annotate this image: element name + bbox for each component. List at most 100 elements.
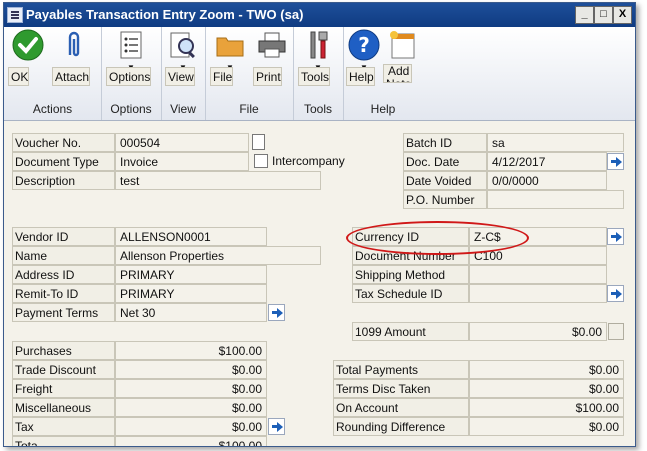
tax-arrow-icon[interactable] (268, 418, 285, 435)
vendor-id-field[interactable]: ALLENSON0001 (115, 227, 267, 246)
date-voided-label: Date Voided (403, 171, 487, 190)
ribbon-group-help: ? Help ▼ AddNote Help (343, 27, 423, 120)
po-number-field[interactable] (487, 190, 624, 209)
trade-discount-field[interactable]: $0.00 (115, 360, 267, 379)
amount-1099-field[interactable]: $0.00 (469, 322, 607, 341)
add-note-label: AddNote (383, 64, 413, 83)
payment-terms-label: Payment Terms (12, 303, 115, 322)
view-button[interactable]: View ▼ (165, 29, 201, 86)
options-icon (115, 29, 147, 61)
intercompany-checkbox[interactable] (254, 154, 268, 168)
po-number-label: P.O. Number (403, 190, 487, 209)
terms-disc-taken-field[interactable]: $0.00 (469, 379, 624, 398)
close-button[interactable]: X (613, 6, 632, 24)
currency-highlight-oval (346, 221, 529, 255)
on-account-field[interactable]: $100.00 (469, 398, 624, 417)
payment-terms-field[interactable]: Net 30 (115, 303, 267, 322)
address-id-field[interactable]: PRIMARY (115, 265, 267, 284)
maximize-button[interactable]: □ (594, 6, 613, 24)
rounding-difference-field[interactable]: $0.00 (469, 417, 624, 436)
group-label-tools: Tools (303, 102, 332, 116)
vendor-id-label: Vendor ID (12, 227, 115, 246)
date-voided-field[interactable]: 0/0/0000 (487, 171, 607, 190)
doc-date-label: Doc. Date (403, 152, 487, 171)
ribbon-group-tools: Tools ▼ Tools (293, 27, 344, 120)
total-label: Tota (12, 436, 115, 446)
note-icon (386, 29, 418, 61)
purchases-label: Purchases (12, 341, 115, 360)
amount-1099-label: 1099 Amount (352, 322, 469, 341)
title-bar: Payables Transaction Entry Zoom - TWO (s… (4, 3, 635, 27)
tax-schedule-id-label: Tax Schedule ID (352, 284, 469, 303)
terms-disc-taken-label: Terms Disc Taken (333, 379, 469, 398)
view-icon (167, 29, 199, 61)
description-label: Description (12, 171, 115, 190)
batch-id-field[interactable]: sa (487, 133, 624, 152)
tax-field[interactable]: $0.00 (115, 417, 267, 436)
help-button[interactable]: ? Help ▼ (346, 29, 382, 86)
window-title: Payables Transaction Entry Zoom - TWO (s… (26, 7, 304, 22)
paperclip-icon (58, 29, 90, 61)
shipping-method-field[interactable] (469, 265, 607, 284)
total-field[interactable]: $100.00 (115, 436, 267, 446)
doc-date-field[interactable]: 4/12/2017 (487, 152, 607, 171)
document-type-field[interactable]: Invoice (115, 152, 249, 171)
trade-discount-label: Trade Discount (12, 360, 115, 379)
svg-text:?: ? (358, 33, 370, 57)
ok-button[interactable]: OK (8, 29, 48, 86)
folder-icon (214, 29, 246, 61)
name-label: Name (12, 246, 115, 265)
payables-zoom-window: Payables Transaction Entry Zoom - TWO (s… (3, 2, 636, 447)
address-id-label: Address ID (12, 265, 115, 284)
name-field[interactable]: Allenson Properties (115, 246, 321, 265)
tools-icon (302, 29, 334, 61)
window-menu-icon[interactable] (7, 7, 23, 23)
doc-date-arrow-icon[interactable] (607, 153, 624, 170)
document-type-label: Document Type (12, 152, 115, 171)
minimize-button[interactable]: _ (575, 6, 594, 24)
tax-schedule-id-field[interactable] (469, 284, 607, 303)
currency-id-arrow-icon[interactable] (607, 228, 624, 245)
total-payments-label: Total Payments (333, 360, 469, 379)
batch-id-label: Batch ID (403, 133, 487, 152)
description-field[interactable]: test (115, 171, 321, 190)
ribbon-group-view: View ▼ View (161, 27, 206, 120)
payment-terms-arrow-icon[interactable] (268, 304, 285, 321)
print-button[interactable]: Print (253, 29, 291, 86)
group-label-actions: Actions (32, 102, 73, 116)
ribbon-group-file: File ▼ Print File (205, 27, 294, 120)
attach-button[interactable]: Attach (52, 29, 96, 86)
total-payments-field[interactable]: $0.00 (469, 360, 624, 379)
shipping-method-label: Shipping Method (352, 265, 469, 284)
expand-icon[interactable] (608, 323, 624, 340)
rounding-difference-label: Rounding Difference (333, 417, 469, 436)
ribbon-group-options: Options ▼ Options (101, 27, 162, 120)
ok-icon (12, 29, 44, 61)
voucher-no-label: Voucher No. (12, 133, 115, 152)
remit-to-id-label: Remit-To ID (12, 284, 115, 303)
miscellaneous-label: Miscellaneous (12, 398, 115, 417)
group-label-help: Help (370, 102, 396, 116)
document-lookup-icon[interactable] (252, 134, 265, 150)
voucher-no-field[interactable]: 000504 (115, 133, 249, 152)
ribbon-group-actions: OK Attach Actions (4, 27, 102, 120)
miscellaneous-field[interactable]: $0.00 (115, 398, 267, 417)
ribbon-toolbar: OK Attach Actions Options ▼ Options (4, 27, 635, 121)
tax-label: Tax (12, 417, 115, 436)
on-account-label: On Account (333, 398, 469, 417)
file-button[interactable]: File ▼ (210, 29, 250, 86)
add-note-button[interactable]: AddNote (383, 29, 421, 83)
options-button[interactable]: Options ▼ (106, 29, 156, 86)
tools-button[interactable]: Tools ▼ (298, 29, 338, 86)
tax-schedule-arrow-icon[interactable] (607, 285, 624, 302)
group-label-file: File (239, 102, 259, 116)
help-icon: ? (348, 29, 380, 61)
intercompany-label: Intercompany (272, 154, 345, 168)
transaction-form: Voucher No. 000504 Document Type Invoice… (4, 121, 635, 446)
remit-to-id-field[interactable]: PRIMARY (115, 284, 267, 303)
freight-field[interactable]: $0.00 (115, 379, 267, 398)
group-label-options: Options (110, 102, 152, 116)
freight-label: Freight (12, 379, 115, 398)
printer-icon (256, 29, 288, 61)
purchases-field[interactable]: $100.00 (115, 341, 267, 360)
